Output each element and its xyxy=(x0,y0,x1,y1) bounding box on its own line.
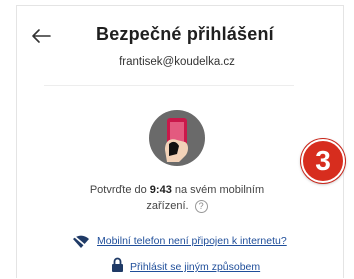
confirm-suffix: na svém mobilním xyxy=(174,184,265,196)
user-email: frantisek@koudelka.cz xyxy=(119,56,235,68)
step-number-badge: 3 xyxy=(301,139,345,183)
wifi-off-icon xyxy=(73,235,89,249)
lock-icon xyxy=(112,257,123,272)
confirm-message: Potvrďte do 9:43 na svém mobilním zaříze… xyxy=(0,182,354,214)
divider xyxy=(44,85,294,86)
confirm-line2: zařízení. xyxy=(146,200,189,212)
confirm-prefix: Potvrďte do xyxy=(89,184,147,196)
page-title: Bezpečné přihlášení xyxy=(96,24,274,44)
no-internet-link[interactable]: Mobilní telefon není připojen k internet… xyxy=(97,235,287,247)
confirm-time: 9:43 xyxy=(149,184,172,196)
help-icon[interactable]: ? xyxy=(194,199,208,213)
phone-approve-icon xyxy=(149,110,205,166)
back-arrow-icon[interactable] xyxy=(30,28,52,44)
other-method-link[interactable]: Přihlásit se jiným způsobem xyxy=(130,261,260,273)
